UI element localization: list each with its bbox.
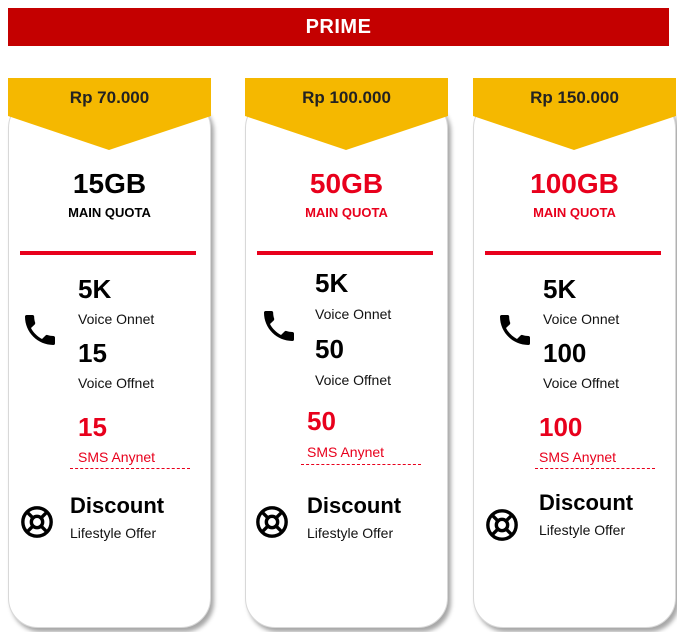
voice-offnet-value: 100 xyxy=(543,338,587,368)
price-label: Rp 150.000 xyxy=(530,88,619,107)
voice-onnet-label: Voice Onnet xyxy=(315,306,392,322)
price-label: Rp 70.000 xyxy=(69,88,150,107)
sms-label: SMS Anynet xyxy=(78,449,156,465)
phone-icon xyxy=(264,311,294,341)
lifebuoy-icon xyxy=(256,506,288,538)
sms-dashed-line xyxy=(70,468,190,469)
discount-label: Lifestyle Offer xyxy=(539,522,626,538)
header-title: PRIME xyxy=(305,15,372,38)
lifebuoy-icon xyxy=(21,506,53,538)
voice-offnet-value: 50 xyxy=(315,334,344,364)
sms-label: SMS Anynet xyxy=(307,444,385,460)
discount-title: Discount xyxy=(539,490,634,515)
lifebuoy-icon xyxy=(486,509,518,541)
voice-onnet-label: Voice Onnet xyxy=(78,311,155,327)
quota-label: MAIN QUOTA xyxy=(305,205,388,220)
discount-title: Discount xyxy=(70,493,165,518)
voice-offnet-label: Voice Offnet xyxy=(543,375,620,391)
discount-label: Lifestyle Offer xyxy=(70,525,157,541)
quota-label: MAIN QUOTA xyxy=(68,205,151,220)
plan-group-header: PRIME xyxy=(8,8,669,46)
plan-card-3[interactable]: Rp 150.000 100GB MAIN QUOTA 5K Voice Onn… xyxy=(473,78,677,628)
plan-card-1[interactable]: Rp 70.000 15GB MAIN QUOTA 5K Voice Onnet… xyxy=(8,78,213,628)
voice-offnet-value: 15 xyxy=(78,338,107,368)
voice-onnet-label: Voice Onnet xyxy=(543,311,620,327)
voice-offnet-label: Voice Offnet xyxy=(78,375,155,391)
divider xyxy=(485,251,661,255)
sms-label: SMS Anynet xyxy=(539,449,617,465)
quota-value: 15GB xyxy=(72,168,147,199)
plan-card-2[interactable]: Rp 100.000 50GB MAIN QUOTA 5K Voice Onne… xyxy=(245,78,450,628)
voice-offnet-label: Voice Offnet xyxy=(315,372,392,388)
phone-icon xyxy=(25,315,55,345)
divider xyxy=(20,251,196,255)
quota-label: MAIN QUOTA xyxy=(533,205,616,220)
price-label: Rp 100.000 xyxy=(302,88,391,107)
voice-onnet-value: 5K xyxy=(78,274,112,304)
voice-onnet-value: 5K xyxy=(315,268,349,298)
sms-value: 15 xyxy=(78,412,107,442)
sms-value: 50 xyxy=(307,406,336,436)
quota-value: 100GB xyxy=(530,168,619,199)
discount-title: Discount xyxy=(307,493,402,518)
sms-dashed-line xyxy=(301,464,421,465)
sms-dashed-line xyxy=(535,468,655,469)
quota-value: 50GB xyxy=(309,168,384,199)
sms-value: 100 xyxy=(539,412,583,442)
voice-onnet-value: 5K xyxy=(543,274,577,304)
divider xyxy=(257,251,433,255)
phone-icon xyxy=(500,315,530,345)
discount-label: Lifestyle Offer xyxy=(307,525,394,541)
